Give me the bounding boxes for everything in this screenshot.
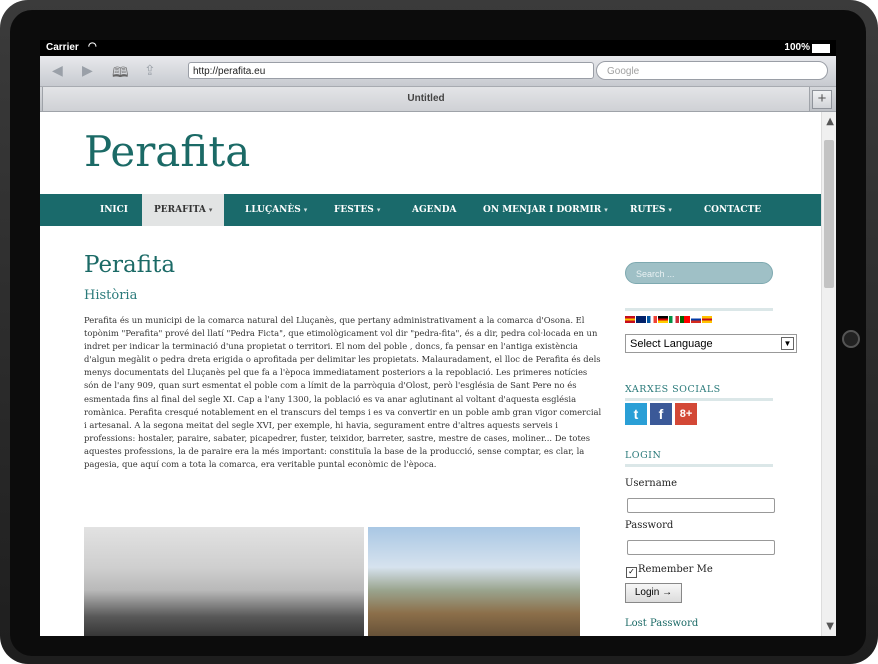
history-text: Perafita és un municipi de la comarca na… (84, 315, 602, 470)
tablet-device: Carrier ◠ 100% ◀ ▶ 🕮 ⇪ http://perafita.e… (0, 0, 878, 664)
main-navigation: INICI PERAFITA ▾ LLUÇANÈS ▾ FESTES ▾ AGENDA… (40, 194, 822, 226)
page-title: Perafita (84, 252, 176, 278)
remember-me-checkbox[interactable]: ✓ (626, 567, 637, 578)
wifi-icon: ◠ (88, 41, 97, 52)
username-label: Username (625, 478, 678, 489)
home-button[interactable] (842, 330, 860, 348)
flag-icon[interactable] (625, 316, 635, 323)
facebook-icon[interactable]: f (650, 403, 672, 425)
google-plus-icon[interactable]: 8+ (675, 403, 697, 425)
battery-percent: 100% (784, 42, 810, 53)
lost-password-link[interactable]: Lost Password (625, 618, 698, 629)
url-field[interactable]: http://perafita.eu (188, 62, 594, 79)
nav-agenda[interactable]: AGENDA (412, 194, 457, 226)
site-title[interactable]: Perafita (84, 127, 250, 176)
flag-icon[interactable] (680, 316, 690, 323)
nav-inici[interactable]: INICI (100, 194, 128, 226)
section-title: Història (84, 288, 138, 303)
password-field[interactable] (627, 540, 775, 555)
carrier-label: Carrier (46, 42, 79, 53)
add-tab-button[interactable]: + (812, 90, 832, 109)
back-arrow-icon[interactable]: ◀ (52, 62, 63, 79)
password-label: Password (625, 520, 674, 531)
chevron-down-icon[interactable]: ▼ (826, 621, 834, 632)
flag-icon[interactable] (647, 316, 657, 323)
status-bar: Carrier ◠ 100% (40, 40, 836, 56)
village-photo (368, 527, 580, 636)
chevron-down-icon[interactable]: ▼ (781, 337, 794, 350)
login-button[interactable]: Login → (625, 583, 682, 603)
sidebar-search-input[interactable]: Search ... (625, 262, 773, 284)
tab-untitled[interactable]: Untitled (42, 87, 810, 111)
twitter-icon[interactable]: t (625, 403, 647, 425)
sidebar-divider (625, 398, 773, 401)
flag-icon[interactable] (669, 316, 679, 323)
browser-toolbar: ◀ ▶ 🕮 ⇪ http://perafita.eu Google (40, 56, 836, 87)
nav-rutes[interactable]: RUTES ▾ (630, 194, 672, 226)
nav-llucanes[interactable]: LLUÇANÈS ▾ (245, 194, 307, 226)
flag-icon[interactable] (702, 316, 712, 323)
social-widget-title: XARXES SOCIALS (625, 384, 721, 395)
language-flags[interactable] (625, 316, 713, 325)
nav-contacte[interactable]: CONTACTE (704, 194, 761, 226)
remember-me-label: Remember Me (638, 564, 713, 575)
battery-icon (812, 44, 830, 53)
flag-icon[interactable] (691, 316, 701, 323)
historic-photo (84, 527, 364, 636)
webpage: Perafita INICI PERAFITA ▾ LLUÇANÈS ▾ FESTE… (40, 112, 836, 636)
nav-festes[interactable]: FESTES ▾ (334, 194, 380, 226)
language-select-value: Select Language (630, 338, 713, 350)
flag-icon[interactable] (636, 316, 646, 323)
nav-on-menjar[interactable]: ON MENJAR I DORMIR ▾ (483, 194, 608, 226)
flag-icon[interactable] (658, 316, 668, 323)
screen: Carrier ◠ 100% ◀ ▶ 🕮 ⇪ http://perafita.e… (40, 40, 836, 636)
share-icon[interactable]: ⇪ (144, 62, 156, 79)
nav-perafita[interactable]: PERAFITA ▾ (142, 194, 225, 226)
tab-bar: Untitled + (40, 87, 836, 112)
browser-search-field[interactable]: Google (596, 61, 828, 80)
bookmarks-icon[interactable]: 🕮 (112, 62, 129, 86)
scroll-thumb[interactable] (824, 140, 834, 288)
forward-arrow-icon[interactable]: ▶ (82, 62, 93, 79)
chevron-up-icon[interactable]: ▲ (826, 116, 834, 127)
language-select[interactable]: Select Language ▼ (625, 334, 797, 353)
login-widget-title: LOGIN (625, 450, 662, 461)
sidebar-divider (625, 464, 773, 467)
page-scrollbar[interactable]: ▲ ▼ (821, 112, 836, 636)
sidebar-divider (625, 308, 773, 311)
username-field[interactable] (627, 498, 775, 513)
